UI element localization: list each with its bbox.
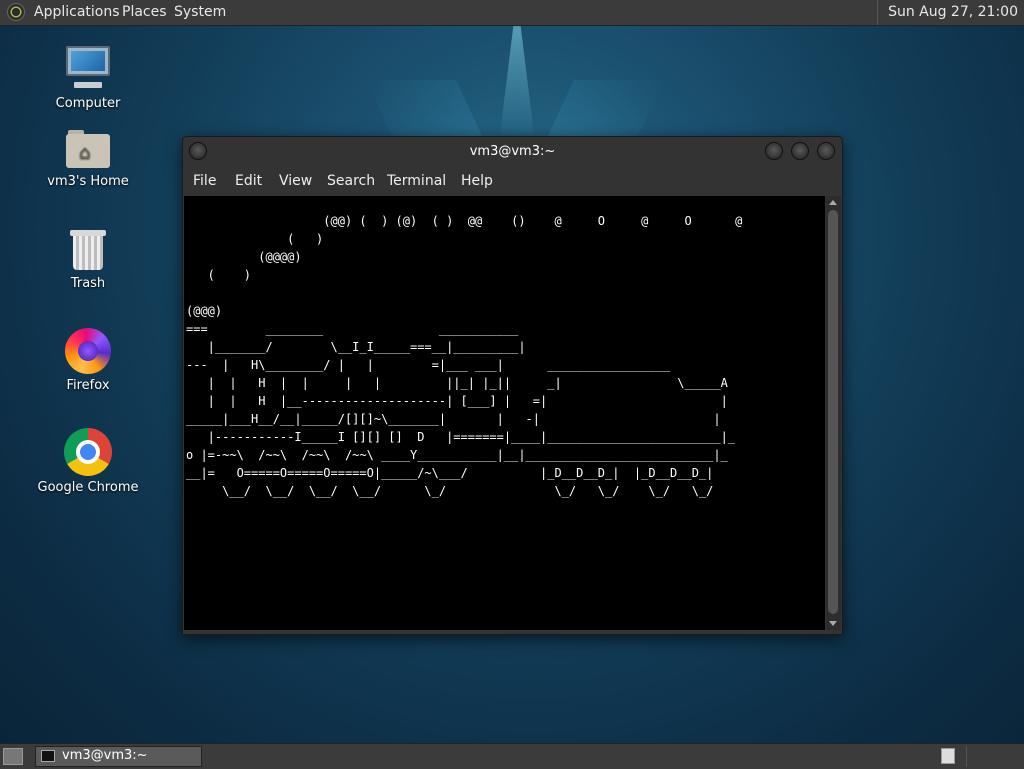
bottom-panel: vm3@vm3:~ bbox=[0, 743, 1024, 769]
show-desktop-icon[interactable] bbox=[3, 748, 23, 765]
desktop-icon-label: Computer bbox=[55, 96, 121, 111]
terminal-output-area[interactable]: (@@) ( ) (@) ( ) @@ () @ O @ O @ ( ) (@@… bbox=[184, 196, 825, 630]
desktop-icon-label: vm3's Home bbox=[47, 174, 129, 189]
desktop-icon-label: Google Chrome bbox=[37, 480, 139, 495]
terminal-menubar: File Edit View Search Terminal Help bbox=[183, 169, 842, 195]
system-menu[interactable]: System bbox=[174, 4, 226, 20]
window-titlebar[interactable]: vm3@vm3:~ bbox=[183, 137, 842, 167]
taskbar-item-label: vm3@vm3:~ bbox=[62, 748, 148, 763]
wallpaper-ray-right bbox=[546, 80, 664, 140]
home-folder-icon: ⌂ bbox=[66, 128, 110, 170]
wallpaper-light-streak bbox=[500, 24, 534, 134]
desktop-icon-trash[interactable]: Trash bbox=[28, 228, 148, 291]
wallpaper-ray-left bbox=[366, 80, 484, 140]
minimize-button[interactable] bbox=[765, 142, 783, 160]
menu-search[interactable]: Search bbox=[327, 173, 375, 189]
panel-divider bbox=[966, 746, 967, 767]
menu-help[interactable]: Help bbox=[461, 173, 493, 189]
places-menu[interactable]: Places bbox=[122, 4, 167, 20]
close-button[interactable] bbox=[817, 142, 835, 160]
workspace-switcher[interactable] bbox=[941, 748, 955, 764]
desktop-icon-label: Trash bbox=[70, 276, 106, 291]
desktop-icon-label: Firefox bbox=[66, 378, 110, 393]
terminal-window[interactable]: vm3@vm3:~ File Edit View Search Terminal… bbox=[182, 136, 843, 635]
window-title: vm3@vm3:~ bbox=[469, 144, 556, 159]
desktop-icon-firefox[interactable]: Firefox bbox=[28, 328, 148, 393]
scroll-down-icon[interactable] bbox=[829, 621, 837, 626]
maximize-button[interactable] bbox=[791, 142, 809, 160]
trash-icon bbox=[70, 228, 106, 272]
scroll-up-icon[interactable] bbox=[829, 200, 837, 205]
scrollbar-thumb[interactable] bbox=[828, 210, 838, 614]
desktop-icon-home[interactable]: ⌂ vm3's Home bbox=[28, 128, 148, 189]
distro-logo-icon[interactable] bbox=[7, 3, 25, 21]
menu-terminal[interactable]: Terminal bbox=[387, 173, 446, 189]
menu-file[interactable]: File bbox=[193, 173, 216, 189]
top-panel: Applications Places System Sun Aug 27, 2… bbox=[0, 0, 1024, 26]
chrome-icon bbox=[64, 428, 112, 476]
clock[interactable]: Sun Aug 27, 21:00 bbox=[877, 0, 1024, 25]
taskbar-item-terminal[interactable]: vm3@vm3:~ bbox=[35, 746, 202, 767]
terminal-scrollbar[interactable] bbox=[826, 196, 841, 630]
applications-menu[interactable]: Applications bbox=[34, 4, 120, 20]
firefox-icon bbox=[65, 328, 111, 374]
desktop-icon-computer[interactable]: Computer bbox=[28, 46, 148, 111]
desktop-icon-chrome[interactable]: Google Chrome bbox=[28, 428, 148, 495]
menu-edit[interactable]: Edit bbox=[235, 173, 262, 189]
terminal-icon bbox=[41, 750, 55, 762]
terminal-output: (@@) ( ) (@) ( ) @@ () @ O @ O @ ( ) (@@… bbox=[186, 214, 743, 498]
computer-icon bbox=[64, 46, 112, 92]
menu-view[interactable]: View bbox=[279, 173, 312, 189]
